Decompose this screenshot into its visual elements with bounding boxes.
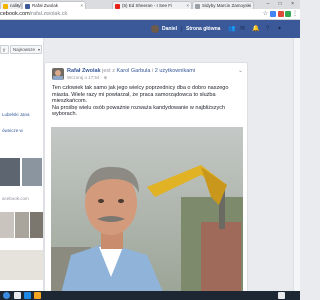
close-icon[interactable]: × [248,2,251,9]
photo-thumbnail[interactable] [15,212,29,238]
tab-sidyby[interactable]: Sidyby Marcin Zamoyski × [192,1,254,9]
portrait-image [51,127,243,300]
side-link[interactable]: ównicze w [2,128,23,134]
bookmark-star-icon[interactable]: ☆ [263,10,268,17]
browser-tabstrip: nalityki × Rafał Zwolak × (5) Ed Sheeran… [0,0,300,9]
close-icon[interactable]: × [16,2,19,9]
folder-icon[interactable] [34,292,41,299]
notifications-icon[interactable]: 🔔 [252,25,259,33]
document-icon [3,3,8,9]
post-timestamp[interactable]: Wczoraj o 17:54 · ⊕ [67,75,107,81]
facebook-icon [25,3,30,9]
chevron-down-icon: ▾ [37,47,40,52]
user-name-link[interactable]: Daniel [162,25,177,33]
avatar[interactable] [151,25,159,33]
post-text: Ten człowiek tak samo jak jego wielcy po… [52,85,242,118]
photo-thumbnail[interactable] [30,212,43,238]
close-icon[interactable]: × [186,2,189,9]
author-link[interactable]: Rafał Zwolak [67,68,101,74]
filter-select[interactable]: y [0,45,9,54]
photo-thumbnail[interactable] [0,158,20,186]
side-link[interactable]: acebook.com [2,196,29,202]
divider [181,26,182,32]
help-icon[interactable]: ? [266,25,269,33]
extension-icon[interactable] [270,11,276,17]
menu-icon[interactable]: ⋮ [292,10,298,17]
messages-icon[interactable]: ✉ [240,25,245,33]
post-header: Rafał Zwolak jest z Karol Garbula i 2 uż… [67,68,196,74]
extension-icon[interactable] [278,11,284,17]
tab-youtube[interactable]: (5) Ed Sheeran - I See Fi × [112,1,192,9]
extension-icon[interactable] [285,11,291,17]
tagged-others-link[interactable]: 2 użytkownikami [155,68,195,74]
tab-rafal-zwolak[interactable]: Rafał Zwolak × [22,1,86,9]
explorer-icon[interactable] [24,292,31,299]
chevron-down-icon[interactable]: ▾ [278,25,281,33]
youtube-icon [115,3,120,9]
avatar[interactable] [52,68,64,80]
friends-icon[interactable]: 👥 [228,25,235,33]
side-link[interactable]: Lubelski Jana [2,112,30,118]
document-icon [195,3,200,9]
url-field[interactable]: cebook.com/rafal.zwolak.ck [0,11,67,18]
post-paragraph: Na prośbę wielu osób poważnie rozważa ka… [52,104,226,118]
post-card: Rafał Zwolak jest z Karol Garbula i 2 uż… [44,62,248,300]
start-icon[interactable] [3,292,10,299]
tab-analytics[interactable]: nalityki × [0,1,22,9]
sort-select[interactable]: Najnowsze ▾ [10,45,42,54]
post-photo[interactable] [51,127,243,300]
app-icon[interactable] [278,292,285,299]
os-taskbar [0,291,300,300]
tagged-user-link[interactable]: Karol Garbula [117,68,151,74]
chevron-down-icon[interactable]: ⌄ [238,67,243,74]
photo-thumbnail[interactable] [0,212,14,238]
address-bar: cebook.com/rafal.zwolak.ck ☆ ⋮ [0,9,300,20]
photo-thumbnail[interactable] [22,158,42,186]
window-controls[interactable]: – □ × [267,0,299,9]
home-link[interactable]: Strona główna [186,25,220,33]
chrome-icon[interactable] [14,292,21,299]
photo-thumbnail[interactable] [0,250,43,280]
post-paragraph: Ten człowiek tak samo jak jego wielcy po… [52,85,229,105]
facebook-topbar: Daniel Strona główna 👥 ✉ 🔔 ? ▾ [0,20,300,38]
close-icon[interactable]: × [80,2,83,9]
chat-sidebar[interactable] [293,38,300,300]
